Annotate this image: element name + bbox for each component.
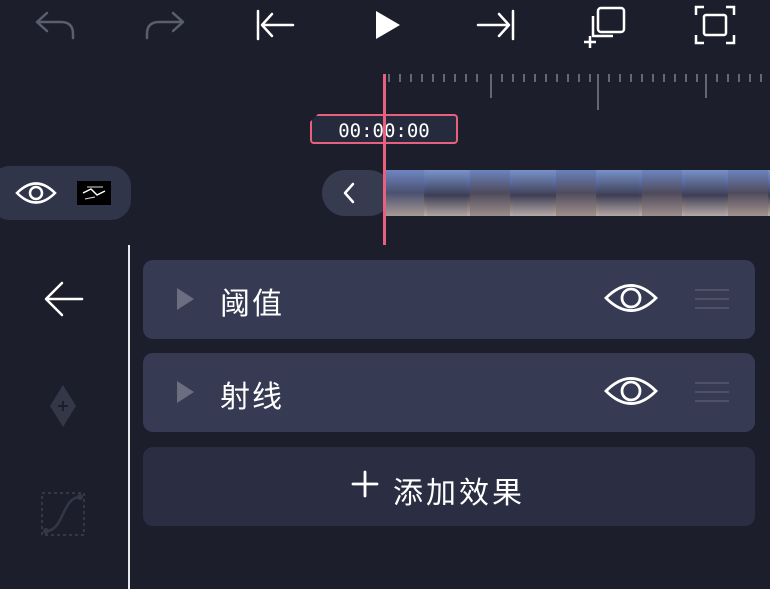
undo-icon[interactable] — [33, 8, 77, 42]
playhead[interactable] — [383, 74, 386, 245]
effect-item-threshold[interactable]: 阈值 — [143, 260, 755, 339]
eye-icon[interactable] — [15, 180, 57, 206]
add-effect-label: 添加效果 — [393, 476, 525, 511]
curve-icon[interactable] — [40, 489, 86, 537]
panel-divider — [128, 245, 130, 589]
keyframe-add-icon[interactable] — [48, 383, 78, 429]
effect-name: 阈值 — [220, 287, 284, 322]
triangle-right-icon[interactable] — [177, 288, 194, 310]
skip-to-end-icon[interactable] — [475, 8, 517, 42]
plus-icon — [351, 462, 379, 498]
triangle-right-icon[interactable] — [177, 381, 194, 403]
copy-add-icon[interactable] — [582, 4, 628, 48]
chevron-left-icon — [342, 182, 356, 204]
track-layer-control[interactable] — [0, 166, 131, 220]
skip-to-start-icon[interactable] — [254, 8, 296, 42]
effect-item-rays[interactable]: 射线 — [143, 353, 755, 432]
arrow-left-icon[interactable] — [44, 281, 84, 317]
collapse-track-button[interactable] — [322, 170, 392, 216]
add-effect-button[interactable]: 添加效果 — [143, 447, 755, 526]
effect-name: 射线 — [220, 380, 284, 415]
video-clip-filmstrip[interactable] — [384, 170, 770, 216]
track-thumbnail — [77, 181, 111, 205]
fullscreen-icon[interactable] — [694, 5, 736, 45]
top-toolbar — [0, 0, 770, 60]
eye-icon[interactable] — [603, 279, 659, 321]
redo-icon[interactable] — [143, 8, 187, 42]
timeline-ruler[interactable] — [386, 68, 770, 114]
eye-icon[interactable] — [603, 372, 659, 414]
drag-handle-icon[interactable] — [695, 289, 729, 316]
drag-handle-icon[interactable] — [695, 382, 729, 409]
play-icon[interactable] — [373, 10, 403, 40]
